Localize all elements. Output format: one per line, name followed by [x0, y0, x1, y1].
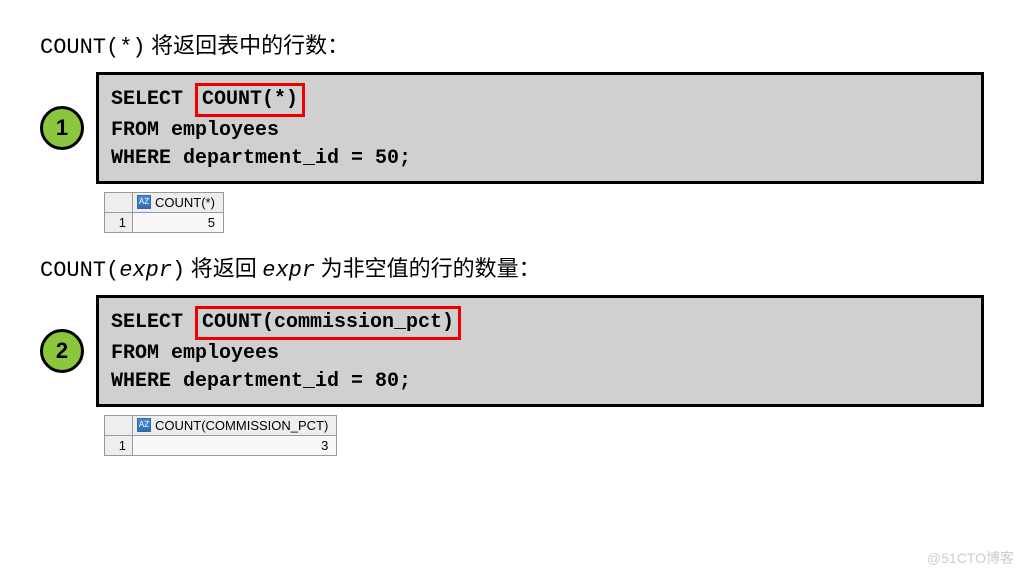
result1-value: 5	[133, 213, 224, 233]
section2-description: COUNT(expr) 将返回 expr 为非空值的行的数量：	[40, 251, 984, 283]
result2-value: 3	[133, 436, 337, 456]
sql2-line2: FROM employees	[111, 340, 969, 368]
section1-description: COUNT(*) 将返回表中的行数：	[40, 28, 984, 60]
result2-header-text: COUNT(COMMISSION_PCT)	[155, 418, 328, 433]
result1-corner	[105, 193, 133, 213]
result-table-2: AZ COUNT(COMMISSION_PCT) 1 3	[104, 415, 337, 456]
desc2-expr: expr	[119, 258, 172, 283]
sql1-line2: FROM employees	[111, 117, 969, 145]
sql-box-2: SELECT COUNT(commission_pct) FROM employ…	[96, 295, 984, 407]
sql1-line1: SELECT COUNT(*)	[111, 83, 969, 117]
sql2-line3: WHERE department_id = 80;	[111, 368, 969, 396]
desc2-prefix: COUNT(	[40, 258, 119, 283]
sort-icon: AZ	[137, 418, 151, 432]
sql2-highlight: COUNT(commission_pct)	[195, 306, 461, 340]
desc2-expr2: expr	[262, 258, 315, 283]
sql2-line1: SELECT COUNT(commission_pct)	[111, 306, 969, 340]
badge-2: 2	[40, 329, 84, 373]
result2-wrap: AZ COUNT(COMMISSION_PCT) 1 3	[104, 415, 984, 456]
result2-corner	[105, 416, 133, 436]
result1-wrap: AZ COUNT(*) 1 5	[104, 192, 984, 233]
result-table-1: AZ COUNT(*) 1 5	[104, 192, 224, 233]
result1-header: AZ COUNT(*)	[133, 193, 224, 213]
result2-header: AZ COUNT(COMMISSION_PCT)	[133, 416, 337, 436]
desc2-suffix: 为非空值的行的数量：	[315, 256, 541, 281]
example2-row: 2 SELECT COUNT(commission_pct) FROM empl…	[40, 295, 984, 407]
result2-rownum: 1	[105, 436, 133, 456]
result1-rownum: 1	[105, 213, 133, 233]
desc1-prefix: COUNT(*)	[40, 35, 146, 60]
desc1-text: 将返回表中的行数：	[146, 33, 350, 58]
example1-row: 1 SELECT COUNT(*) FROM employees WHERE d…	[40, 72, 984, 184]
result1-header-text: COUNT(*)	[155, 195, 215, 210]
sql1-line3: WHERE department_id = 50;	[111, 145, 969, 173]
watermark: @51CTO博客	[927, 548, 1014, 568]
sql1-select: SELECT	[111, 88, 195, 111]
sort-icon: AZ	[137, 195, 151, 209]
badge-1: 1	[40, 106, 84, 150]
desc2-mid: 将返回	[185, 256, 262, 281]
sql1-highlight: COUNT(*)	[195, 83, 305, 117]
sql-box-1: SELECT COUNT(*) FROM employees WHERE dep…	[96, 72, 984, 184]
sql2-select: SELECT	[111, 311, 195, 334]
desc2-mid-paren: )	[172, 258, 185, 283]
